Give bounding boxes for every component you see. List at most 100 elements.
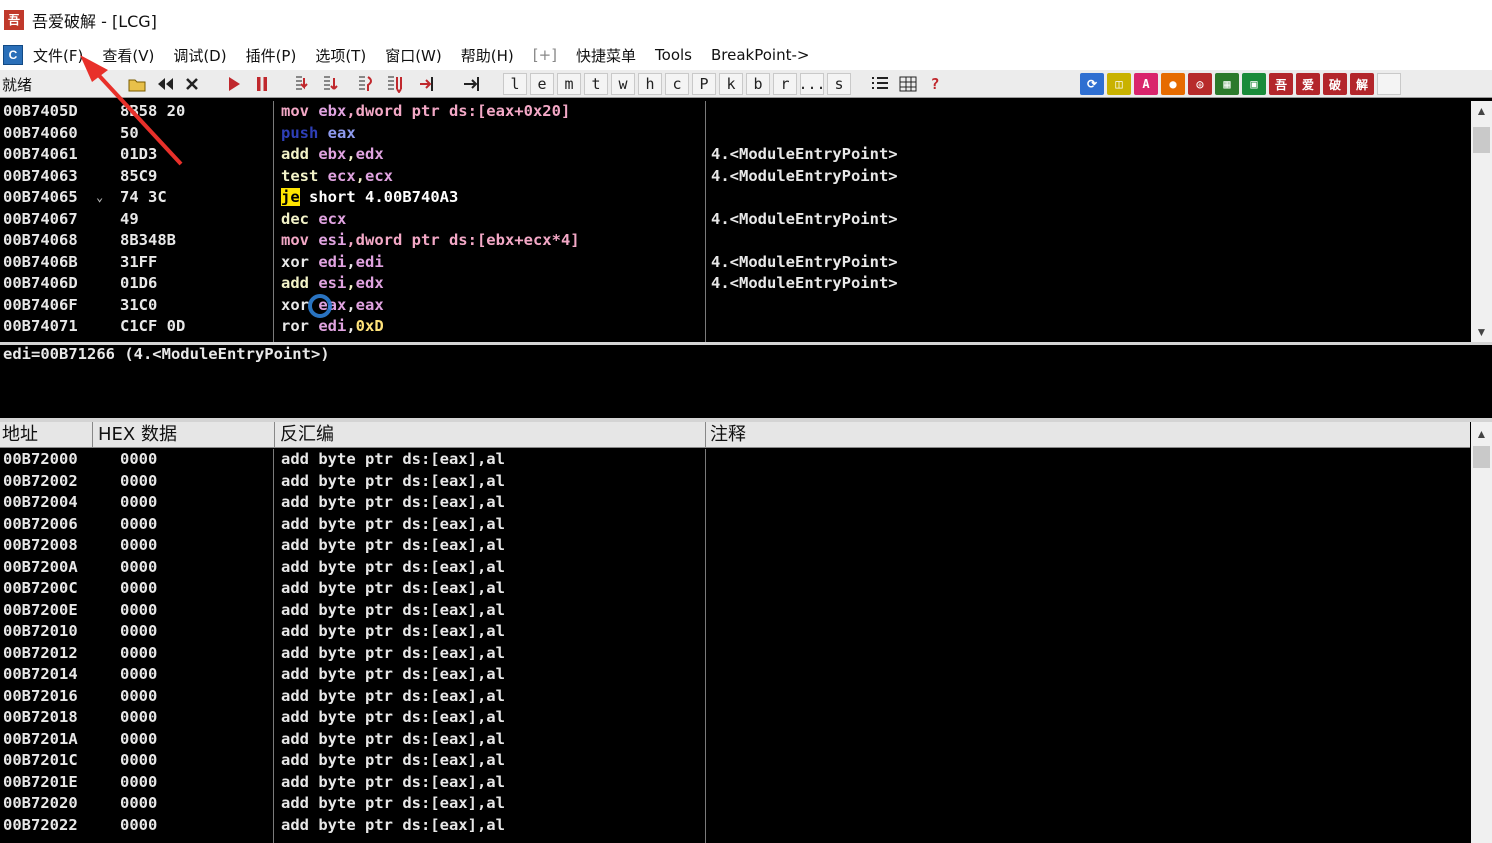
cpu-scrollbar[interactable]: ▲ ▼ (1471, 101, 1492, 342)
run-icon[interactable] (222, 73, 246, 95)
jie-icon[interactable]: 解 (1350, 73, 1374, 95)
menu-item[interactable]: Tools (655, 46, 692, 64)
dump-row[interactable]: 00B7200E 0000 add byte ptr ds:[eax],al (0, 600, 1470, 622)
disasm-row[interactable]: 00B74068 8B348B mov esi,dword ptr ds:[ebx+… (0, 230, 1470, 252)
header-divider[interactable] (705, 422, 706, 448)
scroll-thumb[interactable] (1473, 446, 1490, 468)
dump-row[interactable]: 00B7200A 0000 add byte ptr ds:[eax],al (0, 557, 1470, 579)
dump-row[interactable]: 00B72016 0000 add byte ptr ds:[eax],al (0, 686, 1470, 708)
row-hex: 49 (120, 209, 139, 228)
disasm-row[interactable]: 00B7406F 31C0 xor eax,eax (0, 295, 1470, 317)
scroll-thumb[interactable] (1473, 127, 1490, 153)
help-icon[interactable]: ? (923, 73, 947, 95)
system-menu-icon[interactable]: C (3, 45, 23, 65)
dump-row[interactable]: 00B72006 0000 add byte ptr ds:[eax],al (0, 514, 1470, 536)
header-divider[interactable] (274, 422, 275, 448)
menu-item[interactable]: [+] (533, 46, 557, 64)
row-disassembly: add byte ptr ds:[eax],al (281, 772, 505, 791)
step-into-icon[interactable] (292, 73, 316, 95)
cpu-disassembly-pane[interactable]: 00B7405D 8B58 20 mov ebx,dword ptr ds:[eax… (0, 101, 1470, 342)
disasm-row[interactable]: 00B74061 01D3 add ebx,edx 4.<ModuleEntryPoi… (0, 144, 1470, 166)
toolbar-letter-button[interactable]: r (773, 73, 797, 95)
disasm-row[interactable]: 00B74060 50 push eax (0, 123, 1470, 145)
trace-over-icon[interactable] (384, 73, 408, 95)
scroll-up-icon[interactable]: ▲ (1471, 424, 1492, 444)
dump-row[interactable]: 00B72014 0000 add byte ptr ds:[eax],al (0, 664, 1470, 686)
circle-icon[interactable]: ● (1161, 73, 1185, 95)
ai-icon[interactable]: 爱 (1296, 73, 1320, 95)
toolbar-letter-button[interactable]: l (503, 73, 527, 95)
header-comment[interactable]: 注释 (710, 424, 746, 446)
menu-item[interactable]: 窗口(W) (385, 45, 442, 66)
scroll-up-icon[interactable]: ▲ (1471, 101, 1492, 121)
toolbar-letter-button[interactable]: c (665, 73, 689, 95)
dump-scrollbar[interactable]: ▲ (1471, 422, 1492, 843)
dump-row[interactable]: 00B72012 0000 add byte ptr ds:[eax],al (0, 643, 1470, 665)
menu-item[interactable]: BreakPoint-> (711, 46, 809, 64)
bookmark-icon[interactable]: ▦ (1215, 73, 1239, 95)
toolbar-letter-button[interactable]: t (584, 73, 608, 95)
menu-item[interactable]: 快捷菜单 (576, 45, 636, 66)
toolbar-letter-button[interactable]: h (638, 73, 662, 95)
dump-row[interactable]: 00B72000 0000 add byte ptr ds:[eax],al (0, 449, 1470, 471)
list-icon[interactable] (868, 73, 892, 95)
trace-into-icon[interactable] (355, 73, 379, 95)
a-icon[interactable]: A (1134, 73, 1158, 95)
disasm-row[interactable]: 00B74063 85C9 test ecx,ecx 4.<ModuleEntryPo… (0, 166, 1470, 188)
disasm-row[interactable]: 00B74071 C1CF 0D ror edi,0xD (0, 316, 1470, 338)
toolbar-letter-button[interactable]: b (746, 73, 770, 95)
dump-row[interactable]: 00B7200C 0000 add byte ptr ds:[eax],al (0, 578, 1470, 600)
toolbar-letter-button[interactable]: s (827, 73, 851, 95)
menu-item[interactable]: 帮助(H) (461, 45, 514, 66)
goto-icon[interactable] (460, 73, 484, 95)
grid-icon[interactable] (896, 73, 920, 95)
scroll-down-icon[interactable]: ▼ (1471, 322, 1492, 342)
dump-row[interactable]: 00B7201C 0000 add byte ptr ds:[eax],al (0, 750, 1470, 772)
disasm-row[interactable]: 00B7405D 8B58 20 mov ebx,dword ptr ds:[eax… (0, 101, 1470, 123)
dump-row[interactable]: 00B72018 0000 add byte ptr ds:[eax],al (0, 707, 1470, 729)
menu-item[interactable]: 文件(F) (33, 45, 83, 66)
menu-item[interactable]: 查看(V) (102, 45, 154, 66)
menu-item[interactable]: 选项(T) (315, 45, 366, 66)
toolbar-letter-button[interactable]: e (530, 73, 554, 95)
dump-row[interactable]: 00B72010 0000 add byte ptr ds:[eax],al (0, 621, 1470, 643)
open-icon[interactable] (125, 73, 149, 95)
disasm-row[interactable]: 00B74067 49 dec ecx 4.<ModuleEntryPoint> (0, 209, 1470, 231)
header-disassembly[interactable]: 反汇编 (280, 424, 334, 446)
disasm-row[interactable]: 00B7406B 31FF xor edi,edi 4.<ModuleEntryPoi… (0, 252, 1470, 274)
dump-row[interactable]: 00B72008 0000 add byte ptr ds:[eax],al (0, 535, 1470, 557)
dump-row[interactable]: 00B72020 0000 add byte ptr ds:[eax],al (0, 793, 1470, 815)
toolbar-letter-button[interactable]: w (611, 73, 635, 95)
dump-row[interactable]: 00B72004 0000 add byte ptr ds:[eax],al (0, 492, 1470, 514)
row-address: 00B7406D (3, 274, 78, 292)
target-icon[interactable]: ◎ (1188, 73, 1212, 95)
toolbar-blank-button[interactable] (1377, 73, 1401, 95)
menu-item[interactable]: 调试(D) (173, 45, 226, 66)
dump-row[interactable]: 00B7201A 0000 add byte ptr ds:[eax],al (0, 729, 1470, 751)
pause-icon[interactable] (250, 73, 274, 95)
row-address: 00B7201E (3, 772, 78, 791)
toolbar-letter-button[interactable]: ... (798, 73, 826, 95)
refresh-icon[interactable]: ⟳ (1080, 73, 1104, 95)
po-icon[interactable]: 破 (1323, 73, 1347, 95)
close-icon[interactable] (180, 73, 204, 95)
step-over-icon[interactable] (320, 73, 344, 95)
header-address[interactable]: 地址 (2, 424, 38, 446)
header-divider[interactable] (92, 422, 93, 448)
execute-till-return-icon[interactable] (416, 73, 440, 95)
header-hex[interactable]: HEX 数据 (98, 424, 177, 446)
toolbar-letter-button[interactable]: k (719, 73, 743, 95)
memory-icon[interactable]: ▣ (1242, 73, 1266, 95)
disasm-row[interactable]: 00B74065 ⌄ 74 3C je short 4.00B740A3 (0, 187, 1470, 209)
dump-row[interactable]: 00B72022 0000 add byte ptr ds:[eax],al (0, 815, 1470, 837)
toolbar-letter-button[interactable]: m (557, 73, 581, 95)
menu-item[interactable]: 插件(P) (246, 45, 297, 66)
dump-row[interactable]: 00B7201E 0000 add byte ptr ds:[eax],al (0, 772, 1470, 794)
disasm-row[interactable]: 00B7406D 01D6 add esi,edx 4.<ModuleEntryPoi… (0, 273, 1470, 295)
dump-row[interactable]: 00B72002 0000 add byte ptr ds:[eax],al (0, 471, 1470, 493)
ollyscript-icon[interactable]: ◫ (1107, 73, 1131, 95)
wu-icon[interactable]: 吾 (1269, 73, 1293, 95)
dump-disassembly-pane[interactable]: 00B72000 0000 add byte ptr ds:[eax],al 00B7… (0, 449, 1470, 843)
toolbar-letter-button[interactable]: P (692, 73, 716, 95)
rewind-icon[interactable] (153, 73, 177, 95)
